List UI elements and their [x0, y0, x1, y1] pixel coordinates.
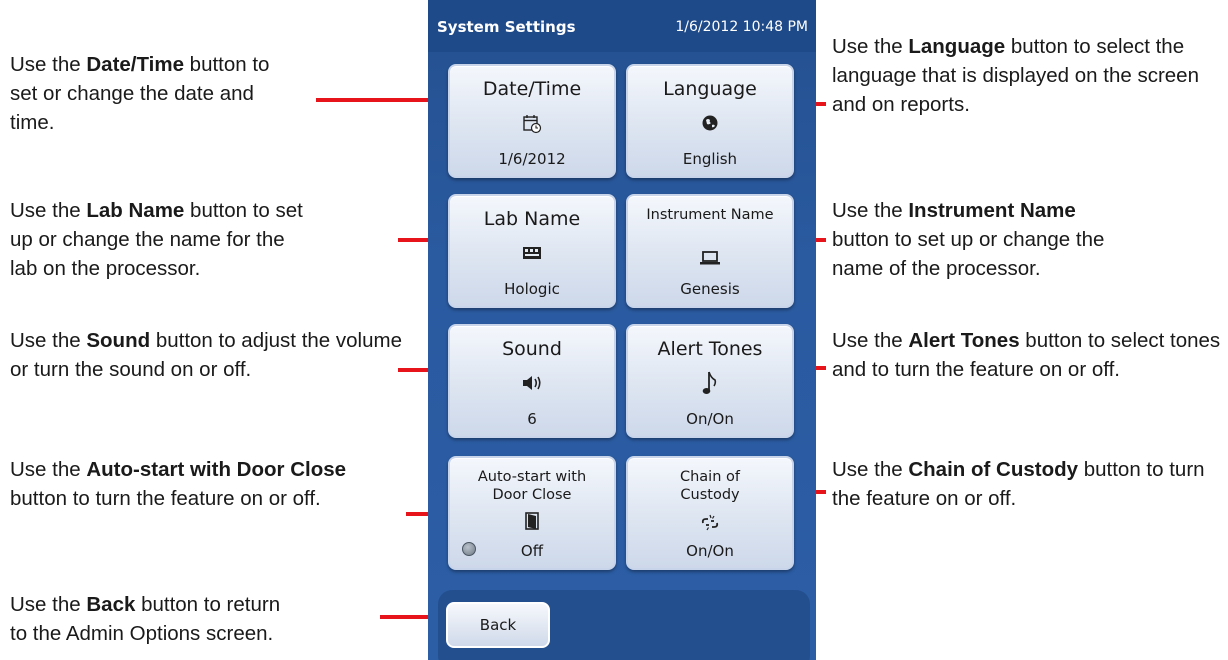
note-labname-bold: Lab Name: [86, 199, 185, 222]
note-language-pre: Use the: [832, 35, 909, 58]
note-autostart-pre: Use the: [10, 458, 87, 481]
title-bar: System Settings 1/6/2012 10:48 PM: [428, 0, 816, 52]
note-autostart-post: button to turn the feature on or off.: [10, 487, 321, 510]
lab-name-label: Lab Name: [483, 208, 581, 230]
alert-tones-label: Alert Tones: [657, 338, 763, 360]
note-instrument-post: button to set up or change the name of t…: [832, 228, 1105, 280]
note-datetime-bold: Date/Time: [86, 53, 184, 76]
note-language-bold: Language: [908, 35, 1006, 58]
note-custody-bold: Chain of Custody: [908, 458, 1079, 481]
note-language: Use the Language button to select the la…: [832, 32, 1212, 119]
note-instrument-bold: Instrument Name: [908, 199, 1076, 222]
note-back: Use the Back button to return to the Adm…: [10, 590, 300, 648]
laptop-icon: [628, 250, 792, 270]
datetime-value: 1/6/2012: [498, 150, 566, 168]
alert-tones-value: On/On: [686, 410, 734, 428]
note-custody: Use the Chain of Custody button to turn …: [832, 455, 1224, 513]
language-value: English: [682, 150, 738, 168]
chain-of-custody-label: Chain of Custody: [679, 469, 740, 503]
note-alerttones: Use the Alert Tones button to select ton…: [832, 326, 1224, 384]
auto-start-label: Auto-start with Door Close: [477, 469, 587, 503]
note-back-bold: Back: [86, 593, 136, 616]
datetime-button[interactable]: Date/Time 1/6/2012: [448, 64, 616, 178]
note-datetime-pre: Use the: [10, 53, 87, 76]
note-sound-bold: Sound: [86, 329, 151, 352]
note-alerttones-pre: Use the: [832, 329, 909, 352]
music-note-icon: [628, 370, 792, 400]
instrument-name-value: Genesis: [680, 280, 740, 298]
sound-button[interactable]: Sound 6: [448, 324, 616, 438]
lab-name-button[interactable]: Lab Name Hologic: [448, 194, 616, 308]
auto-start-button[interactable]: Auto-start with Door Close Off: [448, 456, 616, 570]
lab-building-icon: [450, 244, 614, 266]
auto-start-value: Off: [520, 542, 544, 560]
datetime-label: Date/Time: [482, 78, 582, 100]
note-autostart-bold: Auto-start with Door Close: [86, 458, 347, 481]
note-instrument-pre: Use the: [832, 199, 909, 222]
note-datetime: Use the Date/Time button to set or chang…: [10, 50, 290, 137]
clock-display: 1/6/2012 10:48 PM: [675, 19, 808, 35]
note-alerttones-bold: Alert Tones: [908, 329, 1020, 352]
calendar-clock-icon: [450, 114, 614, 138]
note-sound-pre: Use the: [10, 329, 87, 352]
note-sound: Use the Sound button to adjust the volum…: [10, 326, 405, 384]
screen-title: System Settings: [437, 18, 576, 36]
globe-icon: [628, 114, 792, 136]
lab-name-value: Hologic: [504, 280, 560, 298]
sound-label: Sound: [502, 338, 562, 360]
note-back-pre: Use the: [10, 593, 87, 616]
chain-of-custody-button[interactable]: Chain of Custody On/On: [626, 456, 794, 570]
language-label: Language: [663, 78, 757, 100]
broken-chain-icon: [628, 514, 792, 536]
door-icon: [450, 512, 614, 534]
system-settings-screen: System Settings 1/6/2012 10:48 PM Date/T…: [428, 0, 816, 660]
note-labname: Use the Lab Name button to set up or cha…: [10, 196, 310, 283]
language-button[interactable]: Language English: [626, 64, 794, 178]
speaker-icon: [450, 374, 614, 396]
note-labname-pre: Use the: [10, 199, 87, 222]
instrument-name-button[interactable]: Instrument Name Genesis: [626, 194, 794, 308]
note-instrument: Use the Instrument Name button to set up…: [832, 196, 1132, 283]
back-button[interactable]: Back: [446, 602, 550, 648]
sound-value: 6: [527, 410, 537, 428]
alert-tones-button[interactable]: Alert Tones On/On: [626, 324, 794, 438]
instrument-name-label: Instrument Name: [646, 207, 774, 223]
note-custody-pre: Use the: [832, 458, 909, 481]
chain-of-custody-value: On/On: [686, 542, 734, 560]
note-autostart: Use the Auto-start with Door Close butto…: [10, 455, 350, 513]
